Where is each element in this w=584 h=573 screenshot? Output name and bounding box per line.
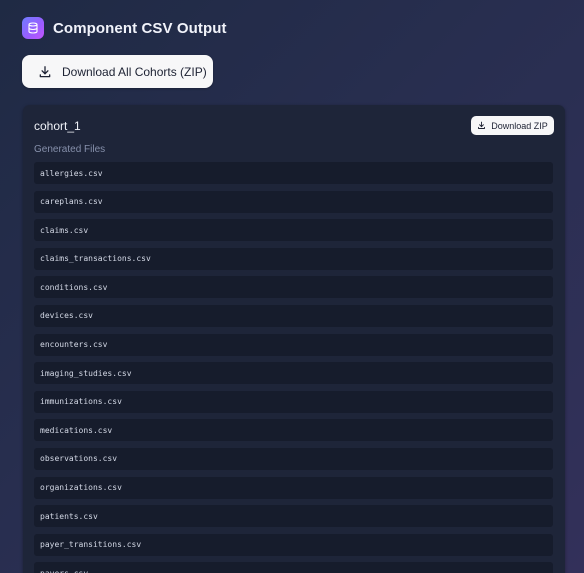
download-zip-button[interactable]: Download ZIP xyxy=(471,116,554,135)
cohort-name: cohort_1 xyxy=(34,119,81,133)
page-title: Component CSV Output xyxy=(53,19,227,37)
file-item[interactable]: imaging_studies.csv xyxy=(34,362,553,385)
file-list: allergies.csv careplans.csv claims.csv c… xyxy=(34,162,553,573)
download-all-label: Download All Cohorts (ZIP) xyxy=(62,64,207,79)
file-item[interactable]: immunizations.csv xyxy=(34,390,553,413)
file-item[interactable]: claims_transactions.csv xyxy=(34,247,553,270)
file-item[interactable]: payers.csv xyxy=(34,562,553,573)
file-item[interactable]: devices.csv xyxy=(34,304,553,327)
file-item[interactable]: encounters.csv xyxy=(34,333,553,356)
file-item[interactable]: patients.csv xyxy=(34,505,553,528)
database-icon xyxy=(22,17,44,39)
file-item[interactable]: claims.csv xyxy=(34,219,553,242)
file-item[interactable]: organizations.csv xyxy=(34,476,553,499)
cohort-card: cohort_1 Download ZIP Generated Files al… xyxy=(23,105,565,573)
app-header: Component CSV Output xyxy=(22,16,227,40)
file-item[interactable]: observations.csv xyxy=(34,447,553,470)
generated-files-label: Generated Files xyxy=(34,144,106,155)
download-icon xyxy=(38,65,52,79)
file-item[interactable]: careplans.csv xyxy=(34,190,553,213)
download-icon xyxy=(477,121,486,130)
file-item[interactable]: conditions.csv xyxy=(34,276,553,299)
file-item[interactable]: allergies.csv xyxy=(34,162,553,184)
file-item[interactable]: payer_transitions.csv xyxy=(34,533,553,556)
download-all-cohorts-button[interactable]: Download All Cohorts (ZIP) xyxy=(22,55,213,88)
download-zip-label: Download ZIP xyxy=(491,120,548,131)
file-item[interactable]: medications.csv xyxy=(34,419,553,442)
